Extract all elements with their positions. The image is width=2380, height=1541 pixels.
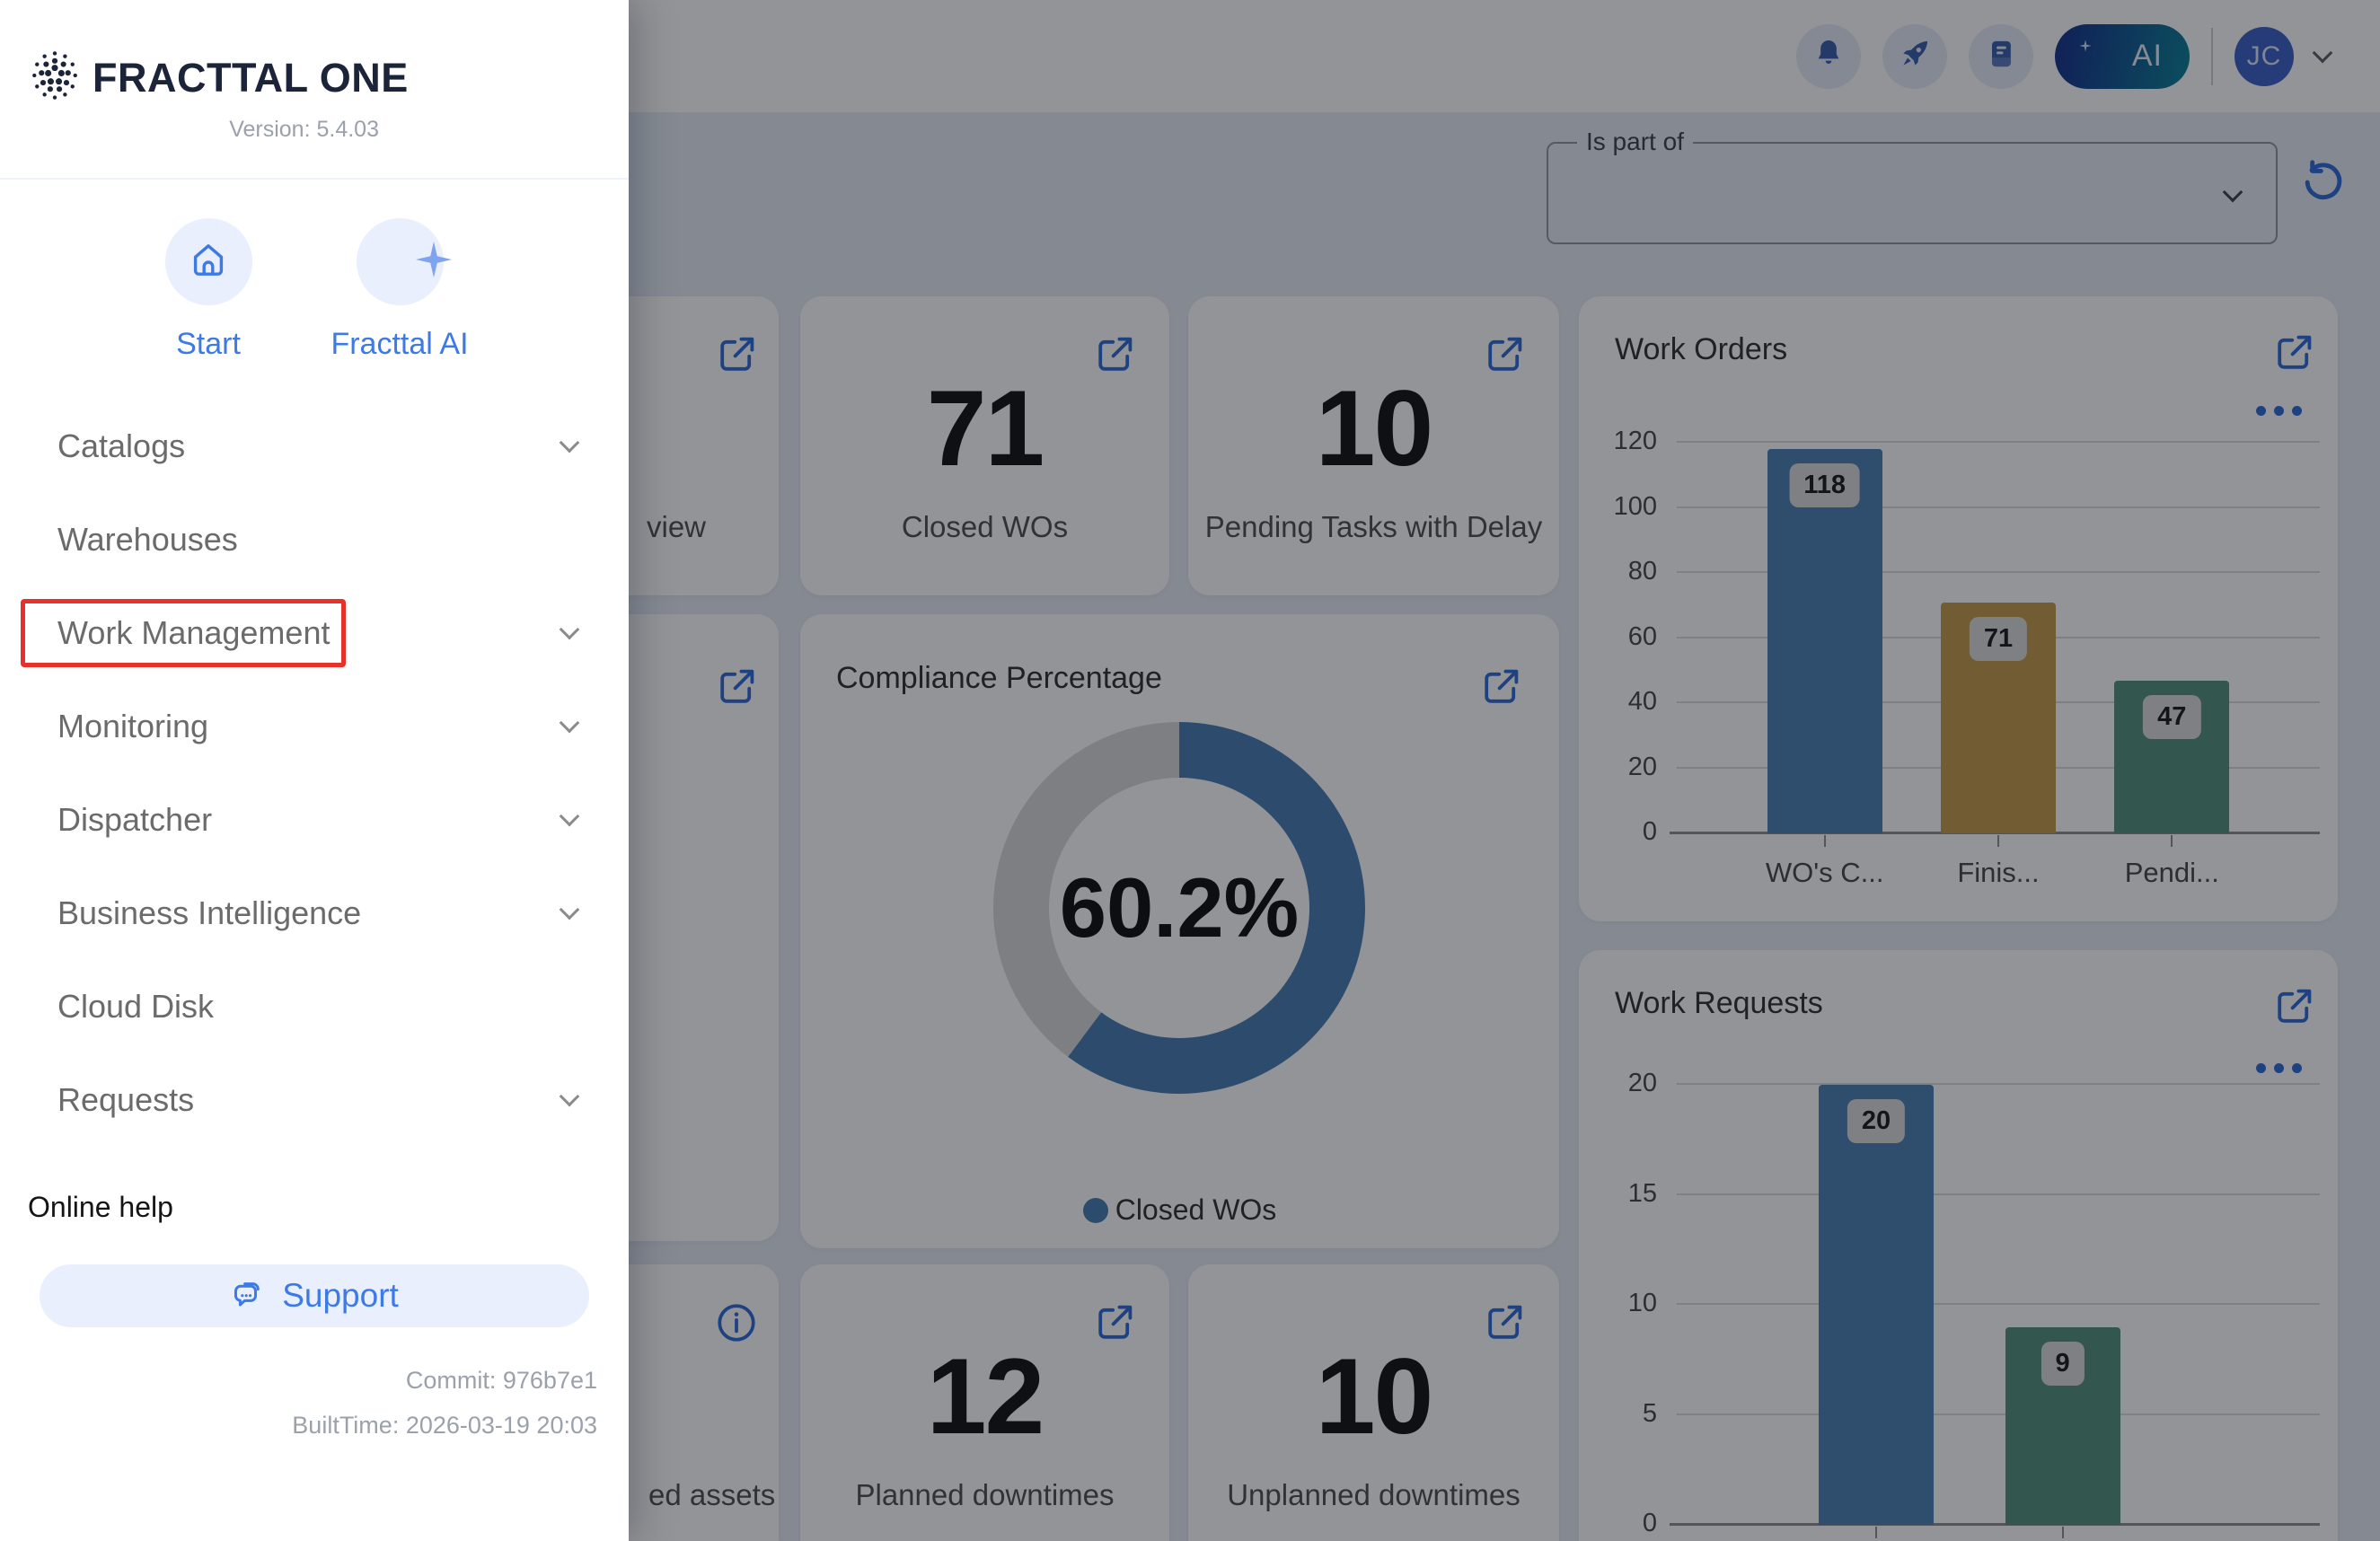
sidebar-shortcut-start[interactable]: Start (110, 218, 307, 362)
built-time-label: BuiltTime: 2026-03-19 20:03 (292, 1403, 597, 1448)
sidebar-item-label: Monitoring (57, 708, 208, 745)
fracttal-logo: FRACTTAL ONE (30, 48, 409, 107)
sidebar-item-cloud-disk[interactable]: Cloud Disk (0, 960, 629, 1053)
logo-text: FRACTTAL ONE (93, 55, 409, 101)
build-info: Commit: 976b7e1 BuiltTime: 2026-03-19 20… (292, 1358, 597, 1448)
online-help-label: Online help (28, 1191, 173, 1224)
sidebar-item-label: Warehouses (57, 521, 238, 559)
sidebar-item-monitoring[interactable]: Monitoring (0, 680, 629, 773)
version-label: Version: 5.4.03 (27, 117, 379, 143)
sidebar-item-label: Business Intelligence (57, 894, 361, 932)
chevron-down-icon (560, 806, 580, 827)
chevron-down-icon (560, 620, 580, 640)
sidebar-item-requests[interactable]: Requests (0, 1053, 629, 1147)
shortcut-label: Start (110, 327, 307, 362)
sidebar-item-label: Cloud Disk (57, 988, 214, 1026)
chevron-down-icon (560, 433, 580, 453)
sidebar-item-label: Dispatcher (57, 801, 212, 839)
sidebar-menu-list: CatalogsWarehousesWork ManagementMonitor… (0, 400, 629, 1147)
sidebar-menu: FRACTTAL ONE Version: 5.4.03 Start Fract… (0, 0, 629, 1541)
sidebar-shortcut-fracttal-ai[interactable]: Fracttal AI (301, 218, 498, 362)
fracttal-logo-icon (30, 48, 80, 107)
chevron-down-icon (560, 1087, 580, 1107)
sidebar-item-label: Requests (57, 1081, 194, 1119)
shortcut-label: Fracttal AI (301, 327, 498, 362)
support-button[interactable]: Support (40, 1264, 589, 1327)
chevron-down-icon (560, 900, 580, 920)
sidebar-item-label: Catalogs (57, 427, 185, 465)
commit-label: Commit: 976b7e1 (292, 1358, 597, 1403)
sidebar-item-warehouses[interactable]: Warehouses (0, 493, 629, 586)
sidebar-item-dispatcher[interactable]: Dispatcher (0, 773, 629, 867)
sidebar-divider (0, 178, 629, 180)
highlight-box-work-management (21, 599, 346, 667)
chevron-down-icon (560, 713, 580, 734)
sparkle-icon (412, 238, 455, 286)
home-icon (187, 238, 230, 286)
app-root: AI JC Is part of view (0, 0, 2380, 1541)
sidebar-item-business-intelligence[interactable]: Business Intelligence (0, 867, 629, 960)
chat-icon (230, 1275, 268, 1317)
sidebar-item-catalogs[interactable]: Catalogs (0, 400, 629, 493)
support-label: Support (282, 1277, 399, 1315)
